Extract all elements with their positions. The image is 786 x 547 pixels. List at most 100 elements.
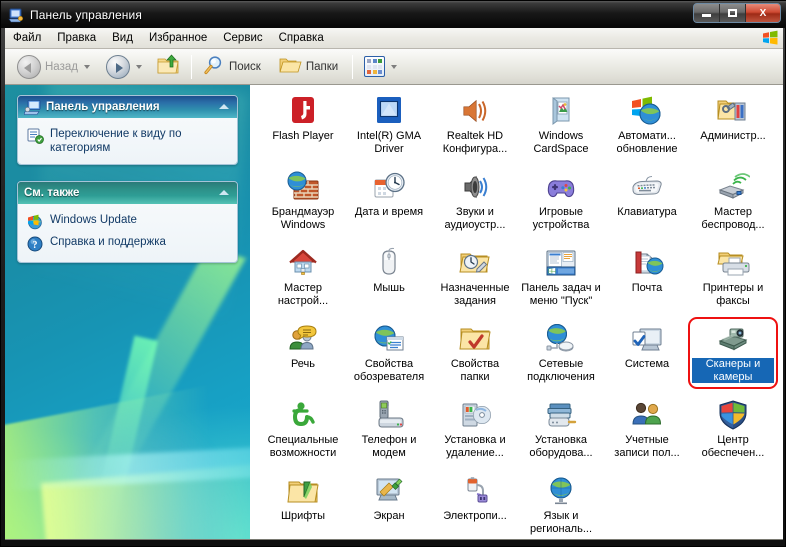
menu-item-help[interactable]: Справка bbox=[271, 30, 332, 46]
control-panel-icon-grid: Flash Player Intel(R) GMA Driver Realtek… bbox=[260, 93, 783, 539]
add-hardware-icon bbox=[544, 399, 578, 431]
game-controllers-icon bbox=[544, 171, 578, 203]
regional-language-icon bbox=[544, 475, 578, 507]
sidebar: Панель управления Переключение к виду по… bbox=[5, 85, 250, 539]
control-panel-item[interactable]: Клавиатура bbox=[604, 169, 690, 245]
chevron-up-icon[interactable] bbox=[219, 190, 229, 195]
control-panel-item[interactable]: Брандмауэр Windows bbox=[260, 169, 346, 245]
views-dropdown-icon[interactable] bbox=[391, 64, 398, 69]
control-panel-item-label: Игровые устройства bbox=[532, 206, 590, 231]
control-panel-item[interactable]: Установка оборудова... bbox=[518, 397, 604, 473]
control-panel-item[interactable]: Центр обеспечен... bbox=[690, 397, 776, 473]
sidebar-link-help-and-support[interactable]: ? Справка и поддержка bbox=[26, 233, 229, 255]
close-button[interactable]: X bbox=[746, 4, 780, 22]
minimize-button[interactable] bbox=[694, 4, 720, 22]
content-pane: Flash Player Intel(R) GMA Driver Realtek… bbox=[250, 85, 783, 539]
up-button[interactable] bbox=[150, 53, 186, 81]
control-panel-item-label: Сканеры и камеры bbox=[692, 358, 774, 383]
display-icon bbox=[372, 475, 406, 507]
control-panel-item[interactable]: Почта bbox=[604, 245, 690, 321]
sidebar-link-label: Переключение к виду по категориям bbox=[50, 128, 182, 154]
sidebar-link-switch-to-category-view[interactable]: Переключение к виду по категориям bbox=[26, 125, 229, 157]
cardspace-icon bbox=[544, 95, 578, 127]
forward-button[interactable] bbox=[100, 53, 148, 81]
add-remove-programs-icon bbox=[458, 399, 492, 431]
control-panel-item-label: Речь bbox=[290, 358, 316, 370]
control-panel-item[interactable]: Шрифты bbox=[260, 473, 346, 539]
sidebar-panel-see-also: См. также Windows Update ? Справка и под… bbox=[17, 181, 238, 263]
control-panel-item[interactable]: Мастер беспровод... bbox=[690, 169, 776, 245]
control-panel-item[interactable]: Игровые устройства bbox=[518, 169, 604, 245]
back-button[interactable]: Назад bbox=[11, 53, 96, 81]
svg-text:?: ? bbox=[33, 240, 38, 251]
control-panel-item[interactable]: Мастер настрой... bbox=[260, 245, 346, 321]
control-panel-item[interactable]: Телефон и модем bbox=[346, 397, 432, 473]
automatic-updates-icon bbox=[630, 95, 664, 127]
menu-item-view[interactable]: Вид bbox=[104, 30, 141, 46]
control-panel-item[interactable]: Автомати... обновление bbox=[604, 93, 690, 169]
control-panel-item[interactable]: Экран bbox=[346, 473, 432, 539]
intel-gma-icon bbox=[372, 95, 406, 127]
control-panel-item-label: Специальные возможности bbox=[267, 434, 339, 459]
windows-firewall-icon bbox=[286, 171, 320, 203]
views-icon bbox=[364, 56, 386, 77]
control-panel-item-label: Мышь bbox=[373, 282, 405, 294]
control-panel-item[interactable]: Администр... bbox=[690, 93, 776, 169]
forward-dropdown-icon[interactable] bbox=[135, 64, 142, 69]
control-panel-item-label: Flash Player bbox=[272, 130, 334, 142]
control-panel-item[interactable]: Мышь bbox=[346, 245, 432, 321]
control-panel-item[interactable]: Сетевые подключения bbox=[518, 321, 604, 397]
control-panel-item-label: Учетные записи пол... bbox=[614, 434, 680, 459]
menu-item-favorites[interactable]: Избранное bbox=[141, 30, 215, 46]
control-panel-item-label: Windows CardSpace bbox=[533, 130, 589, 155]
control-panel-item[interactable]: Электропи... bbox=[432, 473, 518, 539]
control-panel-item[interactable]: Система bbox=[604, 321, 690, 397]
phone-modem-icon bbox=[372, 399, 406, 431]
sidebar-panel-header[interactable]: См. также bbox=[18, 182, 237, 204]
sidebar-link-label: Справка и поддержка bbox=[50, 236, 166, 248]
control-panel-item[interactable]: Язык и региональ... bbox=[518, 473, 604, 539]
chevron-up-icon[interactable] bbox=[219, 104, 229, 109]
back-dropdown-icon[interactable] bbox=[83, 64, 90, 69]
menu-item-file[interactable]: Файл bbox=[5, 30, 49, 46]
sidebar-panel-header[interactable]: Панель управления bbox=[18, 96, 237, 118]
menu-item-edit[interactable]: Правка bbox=[49, 30, 104, 46]
control-panel-item[interactable]: Специальные возможности bbox=[260, 397, 346, 473]
control-panel-window: Панель управления X Файл Правка Вид Избр… bbox=[0, 0, 786, 547]
control-panel-item[interactable]: Учетные записи пол... bbox=[604, 397, 690, 473]
views-button[interactable] bbox=[358, 53, 403, 81]
search-icon bbox=[203, 54, 225, 79]
control-panel-item-label: Почта bbox=[631, 282, 663, 294]
control-panel-item[interactable]: Назначенные задания bbox=[432, 245, 518, 321]
menu-item-tools[interactable]: Сервис bbox=[215, 30, 270, 46]
control-panel-item[interactable]: Windows CardSpace bbox=[518, 93, 604, 169]
power-options-icon bbox=[458, 475, 492, 507]
control-panel-item-label: Назначенные задания bbox=[440, 282, 510, 307]
control-panel-item[interactable]: Панель задач и меню "Пуск" bbox=[518, 245, 604, 321]
folders-icon bbox=[279, 55, 302, 78]
control-panel-item-label: Центр обеспечен... bbox=[701, 434, 765, 459]
control-panel-item[interactable]: Сканеры и камеры bbox=[690, 321, 776, 397]
control-panel-item[interactable]: Речь bbox=[260, 321, 346, 397]
control-panel-item[interactable]: Установка и удаление... bbox=[432, 397, 518, 473]
control-panel-item[interactable]: Свойства обозревателя bbox=[346, 321, 432, 397]
search-button[interactable]: Поиск bbox=[197, 53, 267, 81]
maximize-button[interactable] bbox=[720, 4, 746, 22]
window-title: Панель управления bbox=[30, 7, 142, 22]
control-panel-item[interactable]: Принтеры и факсы bbox=[690, 245, 776, 321]
control-panel-item[interactable]: Intel(R) GMA Driver bbox=[346, 93, 432, 169]
control-panel-item[interactable]: Flash Player bbox=[260, 93, 346, 169]
sidebar-link-windows-update[interactable]: Windows Update bbox=[26, 211, 229, 233]
control-panel-item[interactable]: Realtek HD Конфигура... bbox=[432, 93, 518, 169]
mouse-icon bbox=[372, 247, 406, 279]
control-panel-item[interactable]: Свойства папки bbox=[432, 321, 518, 397]
network-connections-icon bbox=[544, 323, 578, 355]
folder-options-icon bbox=[458, 323, 492, 355]
control-panel-item[interactable]: Дата и время bbox=[346, 169, 432, 245]
folders-button[interactable]: Папки bbox=[273, 53, 344, 81]
switch-view-icon bbox=[26, 127, 44, 145]
control-panel-item[interactable]: Звуки и аудиоустр... bbox=[432, 169, 518, 245]
control-panel-item-label: Установка оборудова... bbox=[529, 434, 593, 459]
title-bar: Панель управления X bbox=[1, 1, 786, 28]
back-arrow-icon bbox=[17, 54, 41, 79]
